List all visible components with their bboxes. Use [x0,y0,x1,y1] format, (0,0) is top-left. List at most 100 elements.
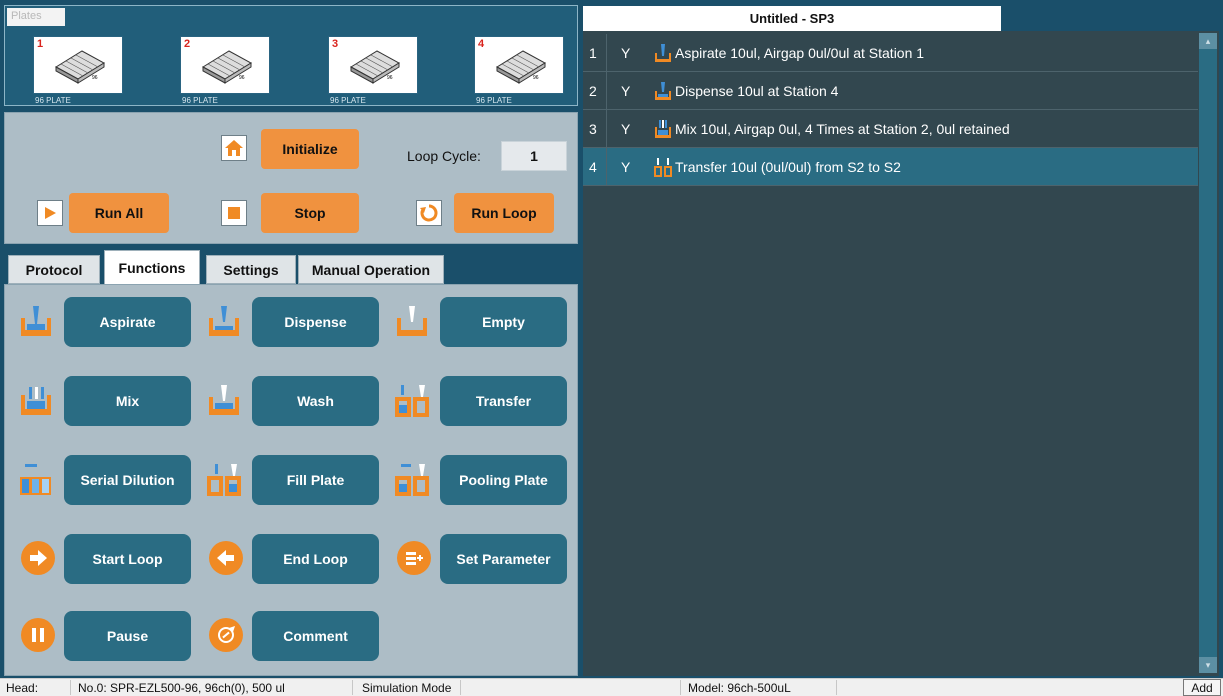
step-number: 2 [583,71,607,110]
add-button[interactable]: Add [1183,679,1221,696]
transfer-icon [393,381,431,419]
step-text: Transfer 10ul (0ul/0ul) from S2 to S2 [675,158,901,175]
home-icon[interactable] [221,135,247,161]
plate-label: 96 PLATE [35,96,71,105]
loop-cycle-label: Loop Cycle: [407,148,481,164]
comment-icon [207,616,245,654]
table-row[interactable]: 1 Y Aspirate 10ul, Airgap 0ul/0ul at Sta… [583,33,1198,72]
status-divider [680,680,681,695]
table-row[interactable]: 2 Y Dispense 10ul at Station 4 [583,71,1198,110]
table-row[interactable]: 3 Y Mix 10ul, Airgap 0ul, 4 Times at Sta… [583,109,1198,148]
plate-icon: 96 [350,50,400,84]
plate-number: 4 [478,38,485,50]
transfer-icon [651,156,675,178]
play-icon[interactable] [37,200,63,226]
stop-icon[interactable] [221,200,247,226]
arrow-left-icon [207,539,245,577]
plate-label: 96 PLATE [182,96,218,105]
plate-slot-1[interactable]: 1 96 96 PLATE [33,32,161,110]
model-label: Model: 96ch-500uL [688,681,791,695]
end-loop-button[interactable]: End Loop [252,534,379,584]
dispense-icon [205,302,243,340]
aspirate-icon [651,42,675,64]
plate-number: 1 [37,38,44,50]
start-loop-button[interactable]: Start Loop [64,534,191,584]
run-all-button[interactable]: Run All [69,193,169,233]
plate-icon: 96 [55,50,105,84]
app-window: Plates 1 96 96 PLATE 2 96 96 PLATE 3 96 … [0,0,1223,696]
status-divider [460,680,461,695]
pooling-plate-icon [393,460,431,498]
plate-card[interactable]: 2 96 [180,36,270,94]
step-number: 3 [583,109,607,148]
empty-icon [393,302,431,340]
wash-icon [205,381,243,419]
plates-title: Plates [7,8,65,26]
step-number: 4 [583,147,607,186]
vertical-scrollbar[interactable]: ▴ ▾ [1199,33,1217,673]
plate-label: 96 PLATE [476,96,512,105]
svg-text:96: 96 [387,75,393,81]
comment-button[interactable]: Comment [252,611,379,661]
step-enabled[interactable]: Y [607,121,651,137]
step-enabled[interactable]: Y [607,83,651,99]
aspirate-button[interactable]: Aspirate [64,297,191,347]
loop-cycle-input[interactable]: 1 [501,141,567,171]
svg-text:96: 96 [92,75,98,81]
protocol-steps: 1 Y Aspirate 10ul, Airgap 0ul/0ul at Sta… [583,33,1198,186]
aspirate-icon [17,302,55,340]
tab-manual-operation[interactable]: Manual Operation [298,255,444,284]
control-panel: Initialize Loop Cycle: 1 Run All Stop Ru… [4,112,578,244]
step-text: Mix 10ul, Airgap 0ul, 4 Times at Station… [675,120,1010,137]
plate-slot-3[interactable]: 3 96 96 PLATE [328,32,456,110]
svg-text:96: 96 [239,75,245,81]
empty-button[interactable]: Empty [440,297,567,347]
status-divider [836,680,837,695]
pooling-plate-button[interactable]: Pooling Plate [440,455,567,505]
arrow-right-icon [19,539,57,577]
table-row[interactable]: 4 Y Transfer 10ul (0ul/0ul) from S2 to S… [583,147,1198,186]
plate-slot-2[interactable]: 2 96 96 PLATE [180,32,308,110]
plate-card[interactable]: 1 96 [33,36,123,94]
step-text: Dispense 10ul at Station 4 [675,82,839,99]
serial-dilution-button[interactable]: Serial Dilution [64,455,191,505]
plate-label: 96 PLATE [330,96,366,105]
fill-plate-icon [205,460,243,498]
mode-label: Simulation Mode [362,681,452,695]
loop-icon[interactable] [416,200,442,226]
plates-panel: Plates 1 96 96 PLATE 2 96 96 PLATE 3 96 … [4,5,578,106]
plate-icon: 96 [202,50,252,84]
serial-dilution-icon [17,460,55,498]
wash-button[interactable]: Wash [252,376,379,426]
protocol-title: Untitled - SP3 [583,6,1001,31]
transfer-button[interactable]: Transfer [440,376,567,426]
mix-button[interactable]: Mix [64,376,191,426]
tab-functions[interactable]: Functions [104,250,200,284]
scroll-down-icon[interactable]: ▾ [1199,657,1217,673]
plate-card[interactable]: 3 96 [328,36,418,94]
tab-settings[interactable]: Settings [206,255,296,284]
run-loop-button[interactable]: Run Loop [454,193,554,233]
protocol-header: Untitled - SP3 [583,5,1219,31]
mix-icon [651,118,675,140]
pause-button[interactable]: Pause [64,611,191,661]
initialize-button[interactable]: Initialize [261,129,359,169]
tab-protocol[interactable]: Protocol [8,255,100,284]
fill-plate-button[interactable]: Fill Plate [252,455,379,505]
status-bar: Head: No.0: SPR-EZL500-96, 96ch(0), 500 … [0,678,1223,696]
plate-number: 2 [184,38,191,50]
protocol-list-panel: Untitled - SP3 1 Y Aspirate 10ul, Airgap… [583,5,1219,676]
stop-button[interactable]: Stop [261,193,359,233]
scroll-up-icon[interactable]: ▴ [1199,33,1217,49]
set-parameter-icon [395,539,433,577]
functions-panel: Aspirate Dispense Empty Mix Wash Transfe… [4,284,578,676]
set-parameter-button[interactable]: Set Parameter [440,534,567,584]
plate-card[interactable]: 4 96 [474,36,564,94]
dispense-button[interactable]: Dispense [252,297,379,347]
step-enabled[interactable]: Y [607,159,651,175]
tab-bar: Protocol Functions Settings Manual Opera… [8,250,578,284]
pause-icon [19,616,57,654]
mix-icon [17,381,55,419]
step-text: Aspirate 10ul, Airgap 0ul/0ul at Station… [675,44,925,61]
step-enabled[interactable]: Y [607,45,651,61]
